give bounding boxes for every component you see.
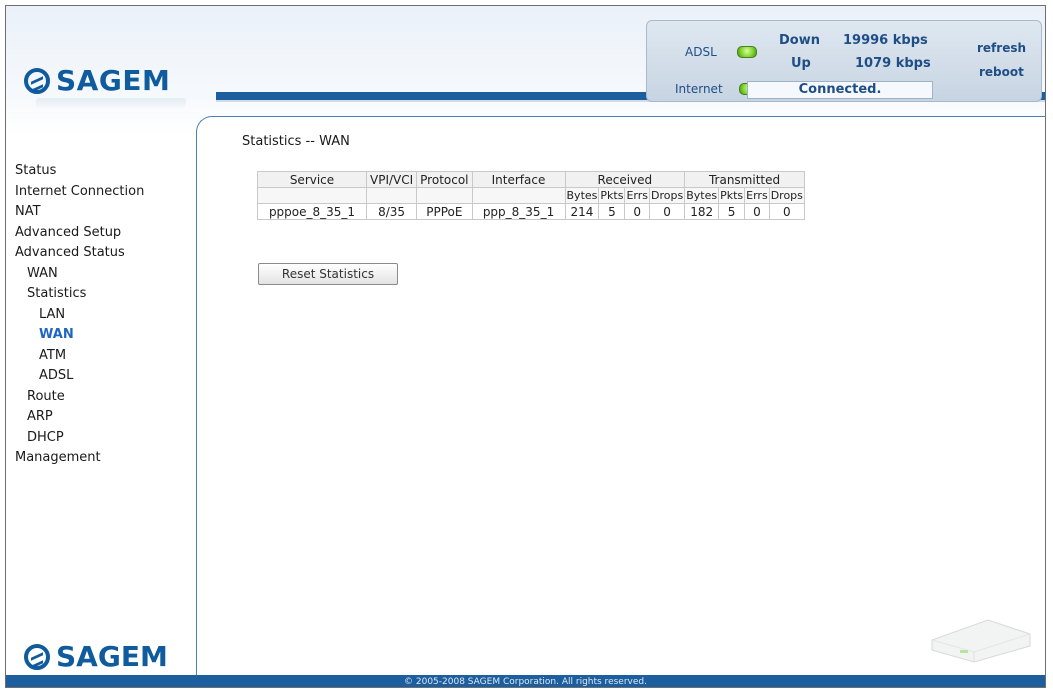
sidebar-item-statistics[interactable]: Statistics [15, 284, 144, 305]
sidebar-item-internet-connection[interactable]: Internet Connection [15, 182, 144, 203]
header-protocol: Protocol [416, 171, 473, 188]
subheader-rx-errs: Errs [624, 187, 650, 204]
page-title: Statistics -- WAN [242, 134, 350, 149]
down-label: Down [779, 33, 820, 48]
cell-tx-drops: 0 [768, 203, 805, 220]
header-interface: Interface [471, 171, 566, 188]
sidebar-item-nat[interactable]: NAT [15, 202, 144, 223]
sidebar-item-status[interactable]: Status [15, 161, 144, 182]
cell-rx-pkts: 5 [598, 203, 626, 220]
subheader-tx-pkts: Pkts [718, 187, 746, 204]
sidebar-item-advanced-setup[interactable]: Advanced Setup [15, 223, 144, 244]
internet-label: Internet [675, 82, 723, 96]
subheader-empty [257, 187, 367, 204]
sidebar-nav: Status Internet Connection NAT Advanced … [15, 161, 144, 469]
sidebar-item-management[interactable]: Management [15, 448, 144, 469]
modem-device-icon [931, 619, 1031, 663]
cell-vpi-vci: 8/35 [365, 203, 418, 220]
logo-reflection [36, 98, 186, 108]
cell-interface: ppp_8_35_1 [471, 203, 566, 220]
subheader-rx-pkts: Pkts [598, 187, 626, 204]
subheader-rx-drops: Drops [648, 187, 686, 204]
cell-protocol: PPPoE [416, 203, 473, 220]
router-admin-window: SAGEM ADSL Internet Down 19996 kbps Up 1… [5, 5, 1046, 688]
reboot-link[interactable]: reboot [979, 65, 1024, 79]
subheader-tx-bytes: Bytes [684, 187, 720, 204]
connection-status: Connected. [747, 81, 933, 99]
brand-name-bottom: SAGEM [56, 640, 168, 673]
subheader-tx-drops: Drops [768, 187, 805, 204]
sidebar-item-statistics-adsl[interactable]: ADSL [15, 366, 144, 387]
cell-tx-errs: 0 [744, 203, 770, 220]
header-received: Received [564, 171, 686, 188]
cell-rx-errs: 0 [624, 203, 650, 220]
sagem-logo-icon [24, 67, 50, 94]
cell-rx-bytes: 214 [564, 203, 600, 220]
wan-statistics-table: Service VPI/VCI Protocol Interface Recei… [257, 171, 805, 220]
sidebar-item-arp[interactable]: ARP [15, 407, 144, 428]
table-subheader-row: Bytes Pkts Errs Drops Bytes Pkts Errs Dr… [257, 187, 805, 204]
sidebar-item-statistics-atm[interactable]: ATM [15, 346, 144, 367]
header-service: Service [257, 171, 367, 188]
up-label: Up [791, 56, 811, 71]
refresh-link[interactable]: refresh [977, 41, 1026, 55]
sidebar: Status Internet Connection NAT Advanced … [6, 134, 196, 676]
sidebar-item-advanced-status[interactable]: Advanced Status [15, 243, 144, 264]
subheader-empty [365, 187, 418, 204]
adsl-label: ADSL [685, 45, 717, 59]
subheader-empty [471, 187, 566, 204]
sagem-logo-icon [24, 643, 50, 670]
adsl-led-icon [737, 46, 757, 58]
cell-tx-pkts: 5 [718, 203, 746, 220]
table-header-row: Service VPI/VCI Protocol Interface Recei… [257, 171, 805, 188]
sagem-logo-top: SAGEM [24, 64, 170, 97]
sidebar-item-statistics-wan[interactable]: WAN [15, 325, 144, 346]
subheader-tx-errs: Errs [744, 187, 770, 204]
cell-service: pppoe_8_35_1 [257, 203, 367, 220]
header-transmitted: Transmitted [684, 171, 805, 188]
cell-tx-bytes: 182 [684, 203, 720, 220]
down-rate: 19996 kbps [843, 33, 928, 48]
connection-status-panel: ADSL Internet Down 19996 kbps Up 1079 kb… [646, 20, 1042, 102]
header: SAGEM ADSL Internet Down 19996 kbps Up 1… [6, 6, 1045, 134]
header-vpi-vci: VPI/VCI [365, 171, 418, 188]
cell-rx-drops: 0 [648, 203, 686, 220]
sagem-logo-bottom: SAGEM [24, 640, 168, 673]
sidebar-item-route[interactable]: Route [15, 387, 144, 408]
up-rate: 1079 kbps [855, 56, 931, 71]
sidebar-item-wan-status[interactable]: WAN [15, 264, 144, 285]
reset-statistics-button[interactable]: Reset Statistics [258, 263, 398, 285]
subheader-empty [416, 187, 473, 204]
subheader-rx-bytes: Bytes [564, 187, 600, 204]
footer-copyright: © 2005-2008 SAGEM Corporation. All right… [6, 675, 1045, 687]
table-row: pppoe_8_35_1 8/35 PPPoE ppp_8_35_1 214 5… [257, 203, 805, 220]
sidebar-item-statistics-lan[interactable]: LAN [15, 305, 144, 326]
brand-name: SAGEM [56, 64, 171, 97]
sidebar-item-dhcp[interactable]: DHCP [15, 428, 144, 449]
